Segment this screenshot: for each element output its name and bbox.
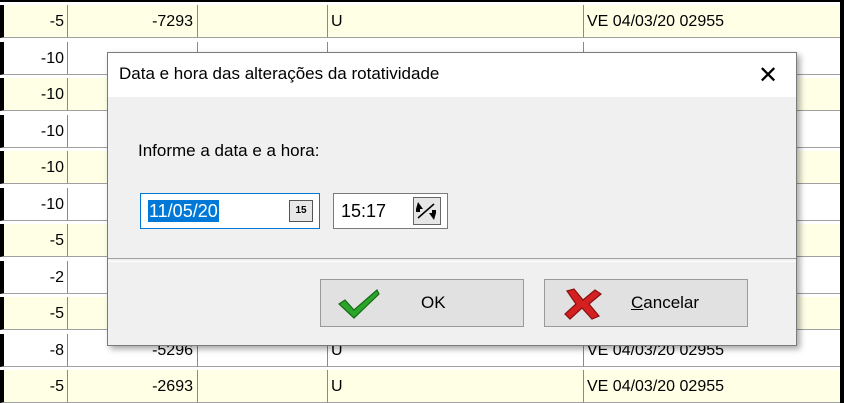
table-cell[interactable]: -5: [0, 5, 68, 38]
table-cell[interactable]: -7293: [68, 5, 198, 38]
table-cell[interactable]: U: [328, 5, 584, 38]
table-cell[interactable]: -5: [0, 224, 68, 257]
time-field[interactable]: 15:17: [333, 193, 448, 229]
table-cell[interactable]: [198, 370, 328, 403]
ok-button[interactable]: OK: [320, 279, 524, 327]
cancel-button[interactable]: Cancelar: [544, 279, 748, 327]
table-cell[interactable]: -10: [0, 78, 68, 111]
ok-label: OK: [421, 293, 446, 312]
prompt-label: Informe a data e a hora:: [138, 141, 320, 160]
cancel-accel-key: C: [631, 293, 644, 312]
table-row[interactable]: -5 -7293 U VE 04/03/20 02955: [0, 5, 844, 38]
table-cell[interactable]: -10: [0, 151, 68, 184]
table-cell[interactable]: -5: [0, 297, 68, 330]
date-value[interactable]: 11/05/20: [148, 200, 219, 222]
cancel-label: Cancelar: [631, 293, 699, 313]
dialog-separator: [108, 258, 796, 262]
date-field[interactable]: 11/05/20 15: [140, 193, 320, 229]
datetime-dialog: Data e hora das alterações da rotativida…: [107, 52, 797, 346]
dialog-title: Data e hora das alterações da rotativida…: [119, 64, 440, 83]
table-cell[interactable]: VE 04/03/20 02955: [584, 370, 844, 403]
spin-updown-icon[interactable]: [413, 197, 441, 225]
table-row[interactable]: -5 -2693 U VE 04/03/20 02955: [0, 370, 844, 403]
dialog-titlebar[interactable]: Data e hora das alterações da rotativida…: [108, 53, 796, 97]
table-cell[interactable]: -8: [0, 334, 68, 367]
grid-right-border: [840, 0, 844, 403]
table-cell[interactable]: [198, 5, 328, 38]
time-value[interactable]: 15:17: [341, 200, 386, 222]
red-x-icon: [564, 288, 603, 320]
close-icon[interactable]: ✕: [740, 53, 796, 97]
table-cell[interactable]: -5: [0, 370, 68, 403]
grid-top-border: [0, 0, 844, 2]
table-cell[interactable]: -10: [0, 42, 68, 75]
table-cell[interactable]: VE 04/03/20 02955: [584, 5, 844, 38]
table-cell[interactable]: -10: [0, 115, 68, 148]
table-cell[interactable]: -2693: [68, 370, 198, 403]
table-cell[interactable]: U: [328, 370, 584, 403]
calendar-icon[interactable]: 15: [289, 200, 313, 222]
table-cell[interactable]: -2: [0, 261, 68, 294]
cancel-label-rest: ancelar: [643, 293, 700, 312]
checkmark-icon: [338, 289, 380, 319]
table-cell[interactable]: -10: [0, 188, 68, 221]
